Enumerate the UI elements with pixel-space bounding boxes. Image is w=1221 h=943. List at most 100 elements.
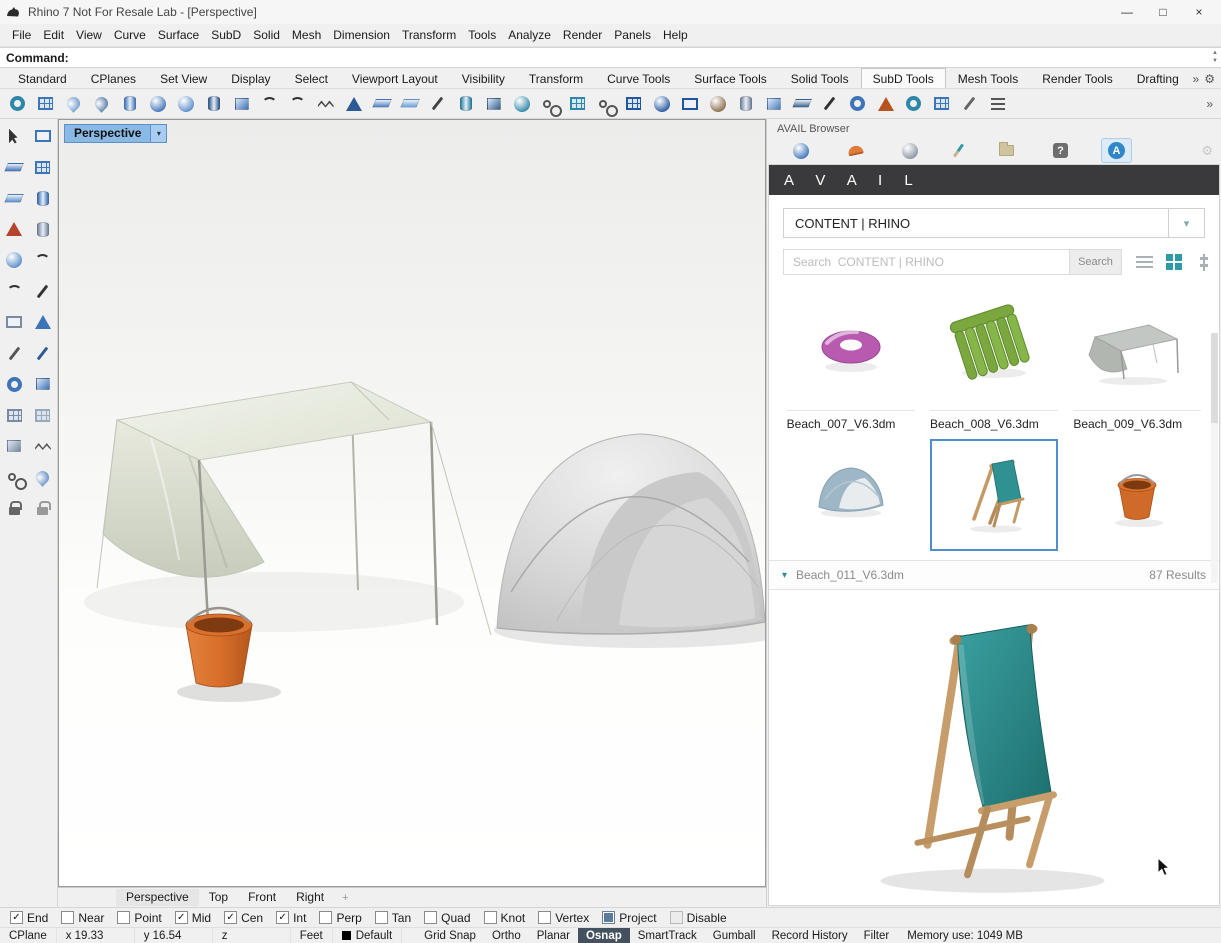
drop-icon[interactable]: [60, 91, 87, 117]
command-scroll-buttons[interactable]: ▲ ▼: [1212, 49, 1218, 65]
osnap-toggle[interactable]: Near: [61, 911, 104, 925]
osnap-toggle[interactable]: Mid: [174, 911, 211, 925]
flag-icon[interactable]: [31, 311, 55, 333]
osnap-toggle[interactable]: Quad: [424, 911, 471, 925]
surface-pair-icon[interactable]: [2, 156, 26, 178]
checkbox-icon[interactable]: [276, 911, 290, 924]
viewport-title-tab[interactable]: Perspective ▾: [64, 124, 168, 143]
checkbox-icon[interactable]: [224, 911, 238, 924]
arc-one-icon[interactable]: [256, 91, 283, 117]
viewport-page-tab[interactable]: Perspective: [116, 889, 199, 906]
helix-icon[interactable]: [31, 435, 55, 457]
plane-grid-icon[interactable]: [32, 91, 59, 117]
toolbar-tab[interactable]: Standard: [6, 68, 79, 88]
menu-item[interactable]: File: [6, 25, 37, 45]
menu-item[interactable]: Analyze: [502, 25, 557, 45]
status-toggle[interactable]: Gumball: [705, 928, 764, 943]
toolbar-tab[interactable]: Visibility: [450, 68, 517, 88]
asset-tile-dome-tent[interactable]: [779, 439, 922, 551]
checkbox-icon[interactable]: [483, 911, 497, 924]
quad-mesh-icon[interactable]: [564, 91, 591, 117]
viewport-page-tab[interactable]: Top: [199, 889, 238, 906]
panel-scrollbar[interactable]: [1211, 333, 1218, 583]
paint-bucket-icon[interactable]: [2, 218, 26, 240]
units-pane[interactable]: Feet: [291, 928, 333, 943]
unlock-icon[interactable]: [31, 497, 55, 519]
marker-icon[interactable]: [31, 342, 55, 364]
menu-item[interactable]: SubD: [205, 25, 247, 45]
rounded-box-icon[interactable]: [228, 91, 255, 117]
wedge-icon[interactable]: [368, 91, 395, 117]
chain-edge-icon[interactable]: [536, 91, 563, 117]
checker-surface-icon[interactable]: [31, 156, 55, 178]
checkbox-icon[interactable]: [538, 911, 552, 924]
panel-options-gear-icon[interactable]: ⚙: [1201, 143, 1213, 159]
menu-item[interactable]: Dimension: [327, 25, 396, 45]
close-button[interactable]: ×: [1181, 1, 1217, 23]
cplane-pane[interactable]: CPlane: [0, 928, 57, 943]
toolbar-tab[interactable]: Transform: [517, 68, 595, 88]
viewport-3d-scene[interactable]: [59, 120, 766, 887]
maximize-button[interactable]: □: [1145, 1, 1181, 23]
libraries-panel-tab[interactable]: [993, 142, 1020, 159]
curve-icon[interactable]: [2, 280, 26, 302]
status-toggle[interactable]: Osnap: [577, 928, 630, 943]
divider-caliper-icon[interactable]: [2, 342, 26, 364]
solid-box-icon[interactable]: [480, 91, 507, 117]
list-view-icon[interactable]: [1136, 256, 1153, 268]
stairs-icon[interactable]: [2, 435, 26, 457]
toolbar-tab[interactable]: Render Tools: [1030, 68, 1125, 88]
osnap-toggle[interactable]: Perp: [319, 911, 362, 925]
disc-icon[interactable]: [200, 91, 227, 117]
drafting-board-icon[interactable]: [31, 125, 55, 147]
clipboard-icon[interactable]: [2, 311, 26, 333]
asset-preview-pane[interactable]: [769, 590, 1219, 905]
cylinder-icon[interactable]: [116, 91, 143, 117]
circle-array-icon[interactable]: [2, 373, 26, 395]
marker-pen-icon[interactable]: [816, 91, 843, 117]
torus-icon[interactable]: [4, 91, 31, 117]
menu-item[interactable]: Mesh: [286, 25, 327, 45]
menu-item[interactable]: View: [70, 25, 108, 45]
menu-item[interactable]: Curve: [108, 25, 152, 45]
wrench-icon[interactable]: [956, 91, 983, 117]
cylinder-solid-icon[interactable]: [31, 187, 55, 209]
link-icon[interactable]: [592, 91, 619, 117]
open-book-icon[interactable]: [2, 187, 26, 209]
menu-item[interactable]: Render: [557, 25, 608, 45]
hook-curve-icon[interactable]: [31, 249, 55, 271]
paint-bucket-icon[interactable]: [872, 91, 899, 117]
grid-array-icon[interactable]: [2, 404, 26, 426]
osnap-toggle[interactable]: End: [10, 911, 48, 925]
toolbar-tab[interactable]: Display: [219, 68, 282, 88]
new-viewport-tab-icon[interactable]: +: [336, 892, 354, 904]
display-panel-tab[interactable]: [896, 140, 924, 162]
asset-tile-canopy-tent[interactable]: Beach_009_V6.3dm: [1066, 293, 1209, 431]
slab-icon[interactable]: [788, 91, 815, 117]
source-dropdown-chevron-icon[interactable]: ▾: [1169, 208, 1205, 238]
block-pair-icon[interactable]: [31, 373, 55, 395]
toolbar-tab[interactable]: Set View: [148, 68, 219, 88]
corner-pen-icon[interactable]: [424, 91, 451, 117]
search-button[interactable]: Search: [1070, 249, 1122, 275]
status-toggle[interactable]: SmartTrack: [630, 928, 705, 943]
mesh-sphere-icon[interactable]: [648, 91, 675, 117]
toolbar-tab[interactable]: Curve Tools: [595, 68, 682, 88]
layer-pane[interactable]: Default: [333, 928, 403, 943]
faucet-icon[interactable]: [732, 91, 759, 117]
lock-icon[interactable]: [2, 497, 26, 519]
toolbar-tab[interactable]: Mesh Tools: [946, 68, 1030, 88]
magnet-icon[interactable]: [2, 466, 27, 490]
sort-slider-icon[interactable]: [1200, 253, 1208, 271]
toolbar-gear-icon[interactable]: ⚙: [1204, 72, 1215, 86]
control-sphere-icon[interactable]: [508, 91, 535, 117]
sphere-icon[interactable]: [144, 91, 171, 117]
toolbar-tab[interactable]: Surface Tools: [682, 68, 779, 88]
checkbox-icon[interactable]: [602, 911, 616, 924]
status-toggle[interactable]: Planar: [529, 928, 578, 943]
viewport-title[interactable]: Perspective: [64, 124, 152, 143]
asset-tile-air-mattress[interactable]: Beach_008_V6.3dm: [922, 293, 1065, 431]
bucket-3d[interactable]: [185, 606, 253, 688]
asset-tile-swim-ring[interactable]: Beach_007_V6.3dm: [779, 293, 922, 431]
count-icon[interactable]: [760, 91, 787, 117]
